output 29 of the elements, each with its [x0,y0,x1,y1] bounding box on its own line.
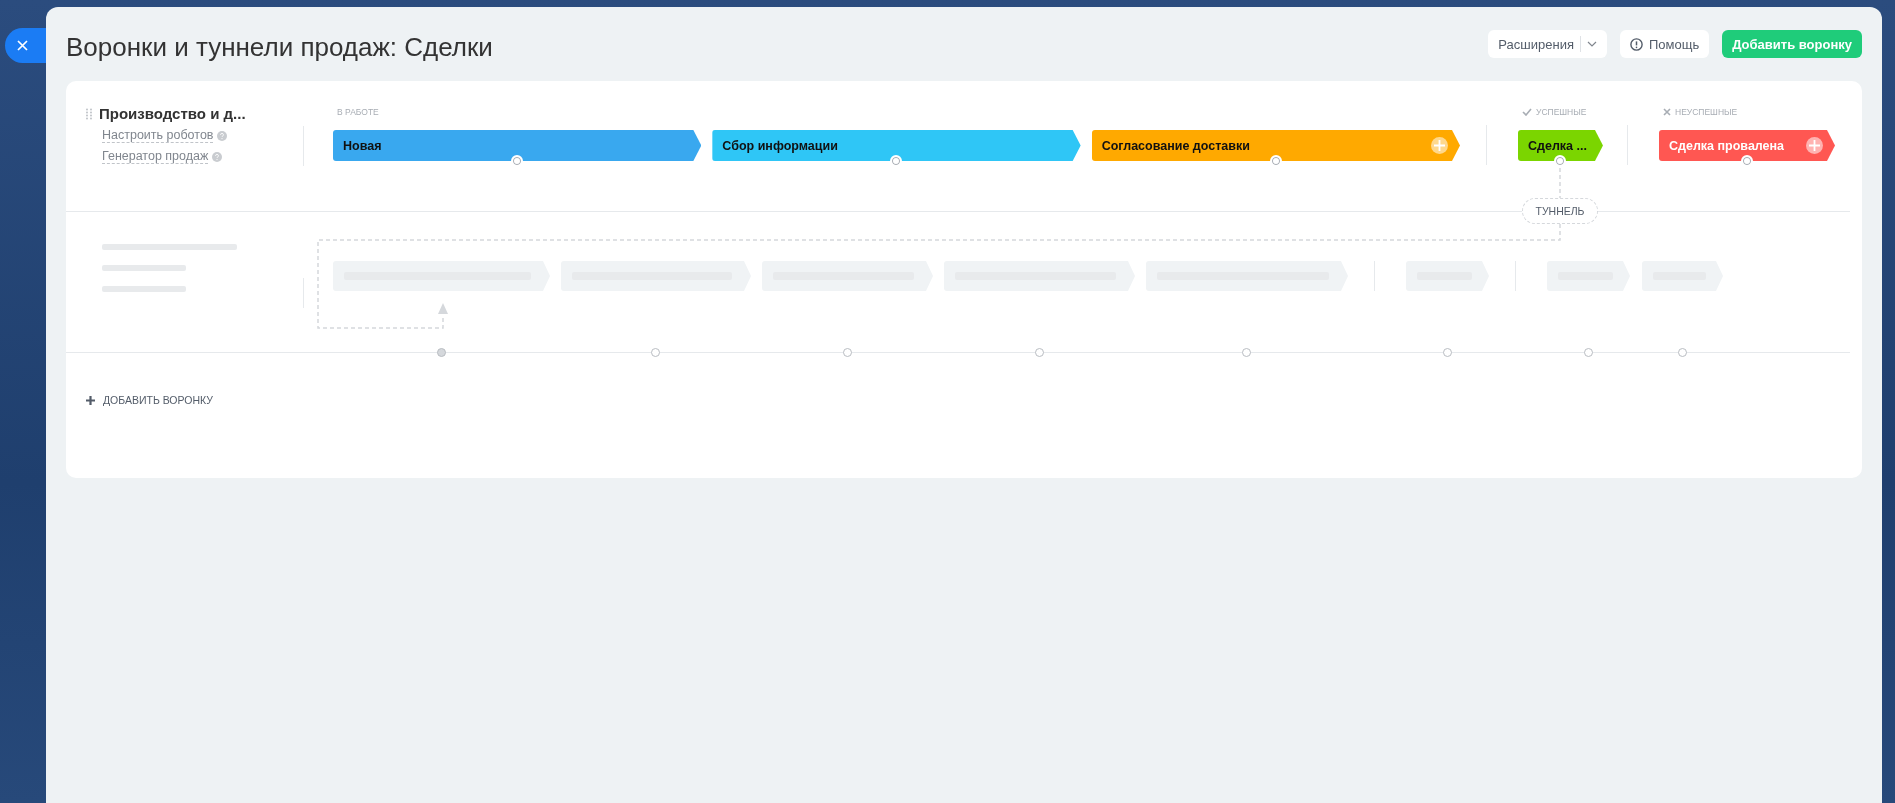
funnel-name: Производство и д... [99,105,246,122]
plus-icon [1809,140,1820,151]
group-label: НЕУСПЕШНЫЕ [1675,107,1738,117]
close-icon [1663,108,1671,116]
settings-link[interactable]: Генератор продаж [102,149,209,164]
stage[interactable]: Сбор информации [712,130,1081,161]
help-button[interactable]: Помощь [1619,30,1710,58]
plus-icon [86,395,95,405]
add-stage-button[interactable] [1806,137,1823,154]
help-icon[interactable] [212,151,223,162]
close-icon [17,40,28,51]
chevron-down-icon [1586,41,1597,47]
extensions-dropdown[interactable]: Расширения [1488,30,1607,58]
info-icon [1629,37,1643,51]
settings-link[interactable]: Настроить роботов [102,128,214,143]
add-funnel-link[interactable]: ДОБАВИТЬ ВОРОНКУ [86,394,213,406]
close-button[interactable] [5,28,46,63]
stage[interactable]: Согласование доставки [1091,130,1460,161]
group-label: УСПЕШНЫЕ [1536,107,1587,117]
stage[interactable]: Новая [333,130,702,161]
tunnel-button[interactable]: ТУННЕЛЬ [1522,198,1598,224]
help-icon[interactable] [217,130,228,141]
page-title: Воронки и туннели продаж: Сделки [66,30,494,63]
add-stage-button[interactable] [1431,137,1448,154]
check-icon [1522,108,1532,116]
group-label: В РАБОТЕ [337,107,379,117]
drag-handle-icon[interactable] [86,107,92,120]
stage[interactable]: Сделка ... [1518,130,1603,161]
plus-icon [1434,140,1445,151]
